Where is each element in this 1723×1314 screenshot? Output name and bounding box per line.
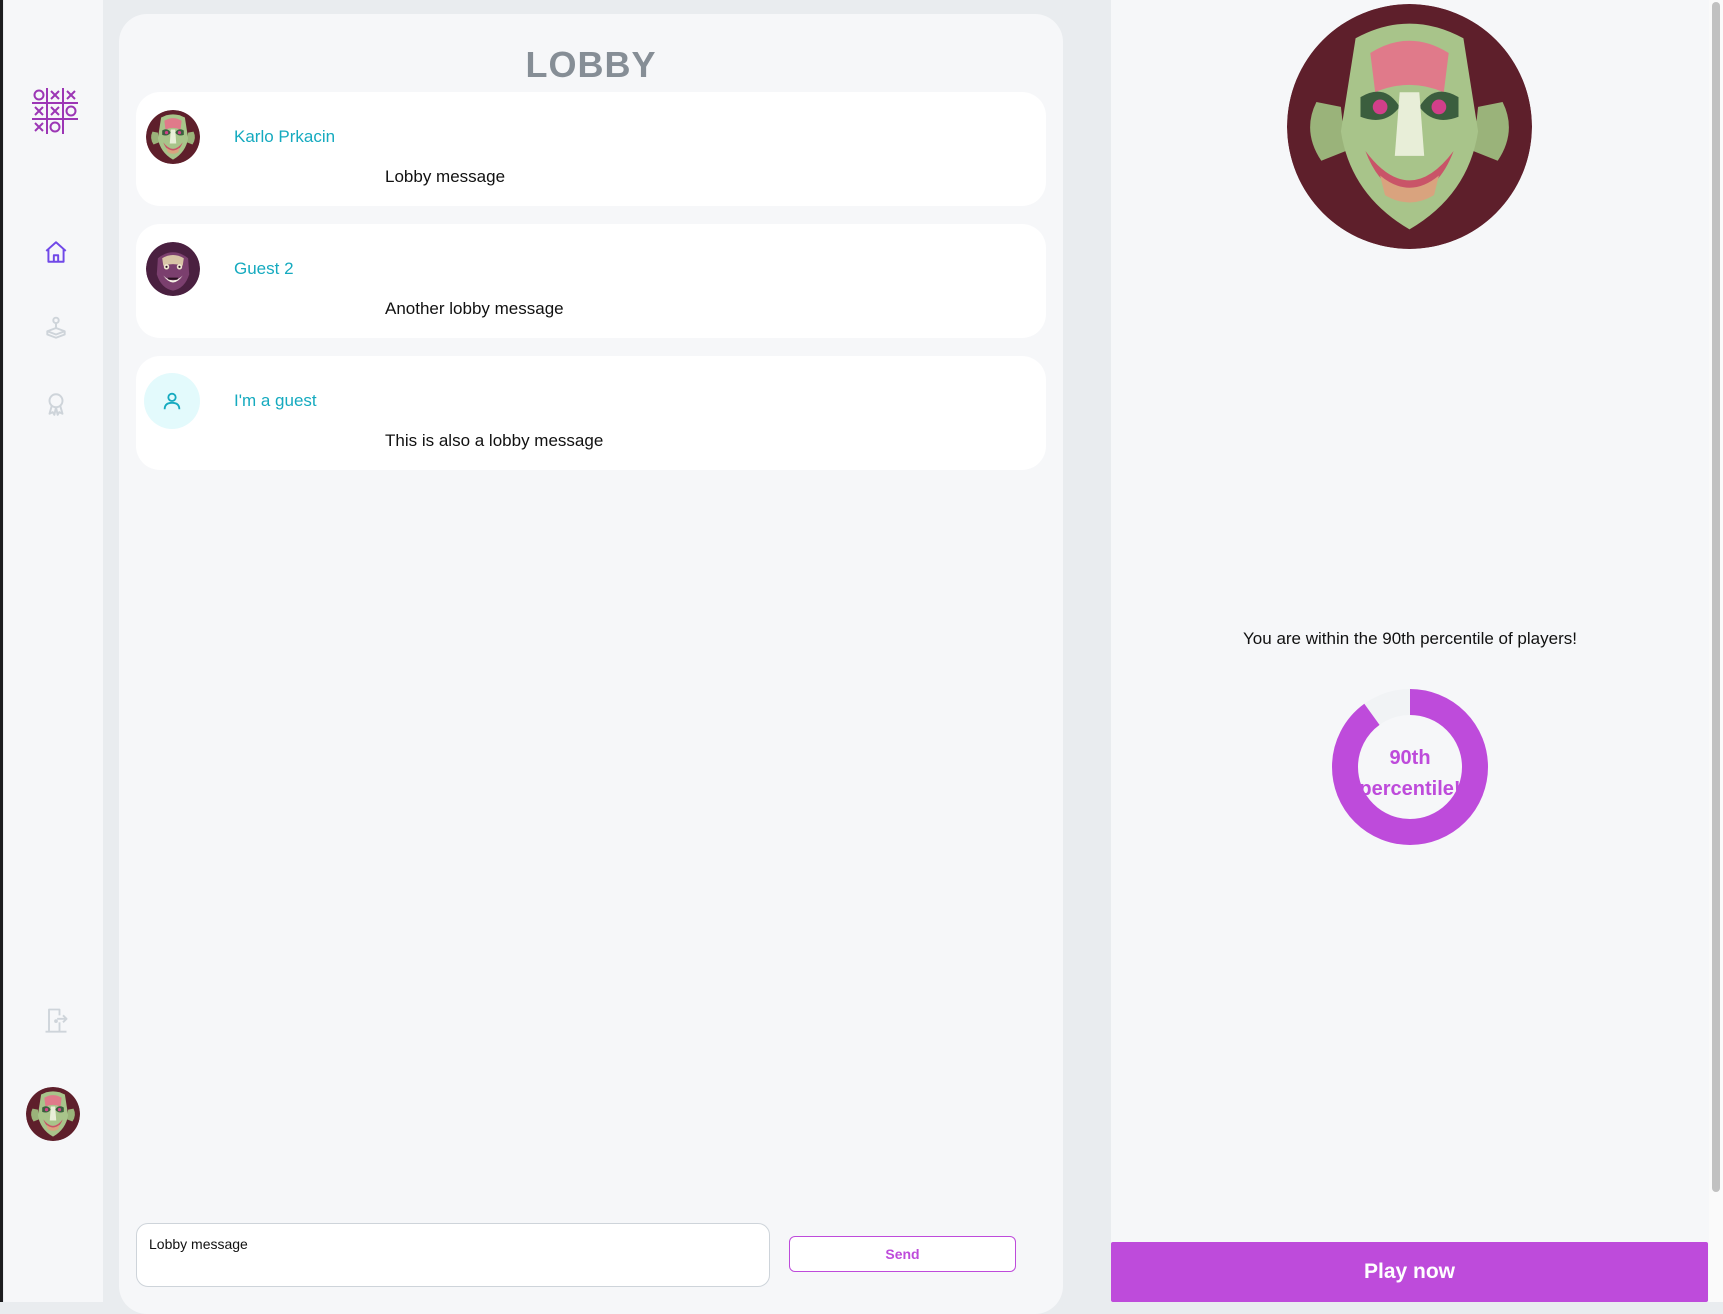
scrollbar-thumb[interactable] — [1712, 2, 1720, 1192]
mask-avatar-icon — [146, 110, 200, 164]
mask-avatar-icon — [1287, 4, 1532, 249]
award-icon — [43, 391, 69, 422]
logout-door-icon — [42, 1006, 70, 1039]
logout-button[interactable] — [41, 1007, 71, 1037]
chat-message-input[interactable]: Lobby message — [136, 1223, 770, 1287]
message-avatar[interactable] — [144, 373, 200, 429]
lobby-panel: LOBBY Karlo Prkacin Lobby message Guest … — [119, 14, 1063, 1314]
profile-panel: You are within the 90th percentile of pl… — [1111, 0, 1709, 1302]
purple-mask-avatar-icon — [146, 242, 200, 296]
percentile-message: You are within the 90th percentile of pl… — [1243, 629, 1577, 648]
home-icon — [43, 239, 69, 270]
message-author[interactable]: Guest 2 — [234, 259, 294, 279]
send-button[interactable]: Send — [789, 1236, 1016, 1272]
nav-play[interactable] — [41, 315, 71, 345]
message-text: Lobby message — [385, 167, 506, 186]
tic-tac-toe-logo-icon[interactable] — [30, 86, 80, 136]
lobby-message: Guest 2 Another lobby message — [136, 224, 1046, 338]
donut-label-line1: 90th — [1389, 747, 1430, 769]
window-edge — [0, 0, 3, 1302]
lobby-message: Karlo Prkacin Lobby message — [136, 92, 1046, 206]
message-author[interactable]: Karlo Prkacin — [234, 127, 335, 147]
message-text: This is also a lobby message — [385, 431, 604, 450]
page-title: LOBBY — [525, 44, 657, 85]
user-avatar[interactable] — [26, 1087, 80, 1141]
donut-label-line2: percentile! — [1359, 778, 1460, 800]
lobby-message: I'm a guest This is also a lobby message — [136, 356, 1046, 470]
message-avatar[interactable] — [146, 110, 200, 164]
joystick-icon — [43, 315, 69, 346]
sidebar — [4, 0, 103, 1302]
profile-avatar — [1287, 4, 1532, 249]
message-author[interactable]: I'm a guest — [234, 391, 317, 411]
user-placeholder-icon — [144, 373, 200, 429]
play-now-button[interactable]: Play now — [1111, 1242, 1708, 1302]
message-text: Another lobby message — [385, 299, 564, 318]
nav-home[interactable] — [41, 239, 71, 269]
message-avatar[interactable] — [146, 242, 200, 296]
percentile-chart: 90th percentile! — [1332, 689, 1488, 845]
nav-leaderboard[interactable] — [41, 391, 71, 421]
mask-avatar-icon — [26, 1087, 80, 1141]
